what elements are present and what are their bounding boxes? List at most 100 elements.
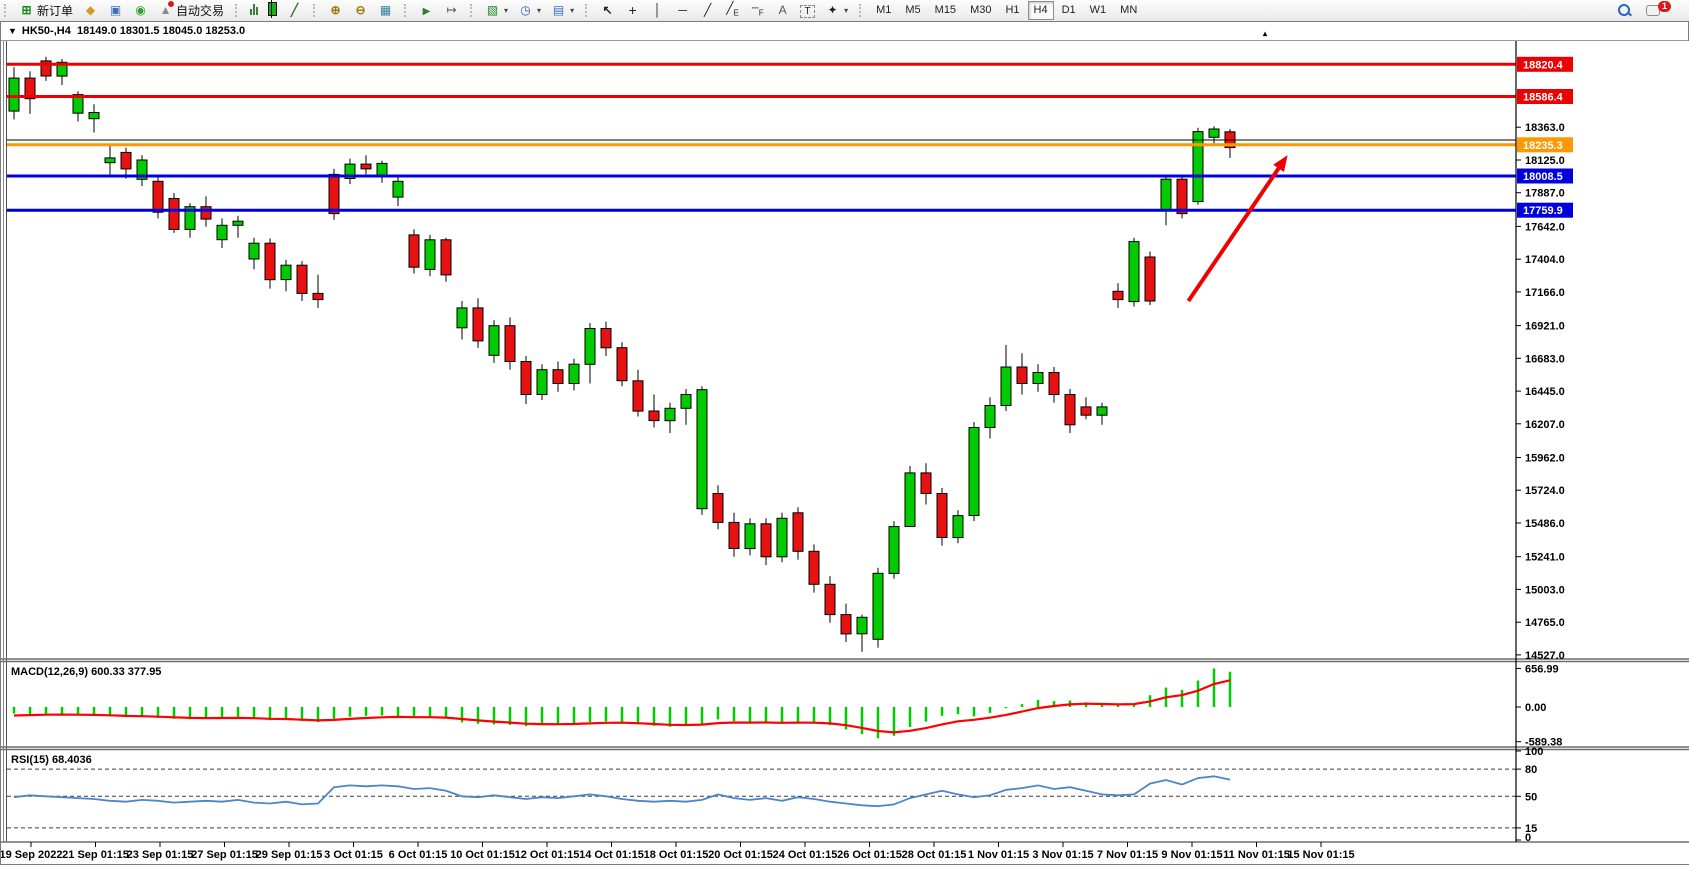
timeframe-M15-button[interactable]: M15 <box>929 1 962 20</box>
price-tick-label: 14527.0 <box>1525 650 1565 662</box>
cursor-button[interactable]: ↖ <box>595 0 620 21</box>
equidistant-channel-button[interactable]: ╱E <box>720 0 745 21</box>
zoom-out-button[interactable]: ⊖ <box>348 0 373 21</box>
candle-bear <box>1145 257 1155 301</box>
candle-bear <box>1017 367 1027 384</box>
candle-bull <box>425 240 435 270</box>
text-button[interactable]: A <box>770 0 795 21</box>
rsi-label: RSI(15) 68.4036 <box>11 754 92 766</box>
signals-icon: ◉ <box>133 3 148 18</box>
data-window-button[interactable]: ▣ <box>103 0 128 21</box>
fibonacci-button[interactable]: ┄F <box>745 0 770 21</box>
timeframe-D1-button[interactable]: D1 <box>1056 1 1082 20</box>
candle-bull <box>985 406 995 428</box>
toolbar-grip[interactable] <box>4 4 10 17</box>
signals-button[interactable]: ◉ <box>128 0 153 21</box>
auto-scroll-button[interactable]: ▶ <box>414 0 439 21</box>
new-chart-button[interactable]: ▧▾ <box>480 0 513 21</box>
templates-button[interactable]: ▤▾ <box>546 0 579 21</box>
candle-bull <box>489 326 499 356</box>
price-level-badge-value: 18820.4 <box>1523 59 1564 71</box>
candle-bull <box>249 243 259 259</box>
price-level-badge-value: 18008.5 <box>1523 171 1563 183</box>
candle-bear <box>1065 395 1075 425</box>
candle-bull <box>777 518 787 557</box>
chevron-down-icon[interactable]: ▾ <box>537 6 541 15</box>
candle-bull <box>1033 373 1043 384</box>
toolbar-grip[interactable] <box>404 4 410 17</box>
bar-chart-button[interactable] <box>245 0 263 21</box>
timeframe-M5-button[interactable]: M5 <box>899 1 926 20</box>
chevron-down-icon[interactable]: ▾ <box>504 6 508 15</box>
arrows-button[interactable]: ✦▾ <box>820 0 853 21</box>
time-tick-label: 26 Oct 01:15 <box>837 849 902 861</box>
line-chart-icon: ╱ <box>287 3 302 18</box>
time-tick-label: 24 Oct 01:15 <box>773 849 838 861</box>
chart-ohlc-readout: 18149.0 18301.5 18045.0 18253.0 <box>77 25 245 37</box>
candle-bear <box>201 207 211 219</box>
candle-bull <box>857 617 867 634</box>
candle-bull <box>873 573 883 639</box>
trendline-button[interactable]: ╱ <box>695 0 720 21</box>
tile-windows-button[interactable]: ▦ <box>373 0 398 21</box>
candle-bull <box>889 527 899 574</box>
candle-bear <box>761 524 771 557</box>
candle-bear <box>361 164 371 169</box>
candle-bear <box>329 174 339 213</box>
price-tick-label: 17887.0 <box>1525 188 1565 200</box>
autotrading-button[interactable]: ▲自动交易 <box>153 0 229 21</box>
toolbar-grip[interactable] <box>235 4 241 17</box>
candle-bear <box>153 181 163 212</box>
time-tick-label: 11 Nov 01:15 <box>1223 849 1290 861</box>
new-order-button[interactable]: ⊞新订单 <box>14 0 78 21</box>
horizontal-line-button[interactable]: ─ <box>670 0 695 21</box>
price-tick-label: 15724.0 <box>1525 485 1565 497</box>
candle-bear <box>793 513 803 552</box>
price-tick-label: 15486.0 <box>1525 518 1565 530</box>
timeframe-H1-button[interactable]: H1 <box>999 1 1025 20</box>
line-chart-button[interactable]: ╱ <box>282 0 307 21</box>
timeframe-MN-button[interactable]: MN <box>1114 1 1143 20</box>
timeframe-W1-button[interactable]: W1 <box>1084 1 1113 20</box>
chart-title-bar[interactable]: ▼HK50-,H4 18149.0 18301.5 18045.0 18253.… <box>1 22 1688 41</box>
bar-chart-icon <box>250 3 258 18</box>
candle-bull <box>745 524 755 549</box>
price-tick-label: 15003.0 <box>1525 584 1565 596</box>
candle-bear <box>1049 373 1059 395</box>
market-watch-icon: ◆ <box>83 3 98 18</box>
toolbar-grip[interactable] <box>585 4 591 17</box>
time-tick-label: 7 Nov 01:15 <box>1097 849 1158 861</box>
time-tick-label: 29 Sep 01:15 <box>256 849 323 861</box>
price-tick-label: 14765.0 <box>1525 617 1565 629</box>
candle-bear <box>121 152 131 169</box>
vertical-line-button[interactable]: │ <box>645 0 670 21</box>
chart-canvas[interactable]: 18363.018125.017887.017642.017404.017166… <box>1 41 1689 869</box>
collapse-arrow-icon[interactable]: ▼ <box>8 22 17 40</box>
timeframe-M1-button[interactable]: M1 <box>870 1 897 20</box>
chevron-down-icon[interactable]: ▾ <box>570 6 574 15</box>
timeframe-M30-button[interactable]: M30 <box>964 1 997 20</box>
time-tick-label: 20 Oct 01:15 <box>708 849 773 861</box>
toolbar-grip[interactable] <box>859 4 865 17</box>
search-icon <box>1618 3 1630 18</box>
chart-shift-button[interactable]: ↦ <box>439 0 464 21</box>
periods-button[interactable]: ◷▾ <box>513 0 546 21</box>
price-tick-label: 17642.0 <box>1525 221 1565 233</box>
candle-bear <box>297 265 307 293</box>
text-label-button[interactable]: T <box>795 0 820 21</box>
time-tick-label: 27 Sep 01:15 <box>191 849 258 861</box>
crosshair-button[interactable]: + <box>620 0 645 21</box>
candlestick-chart-button[interactable] <box>263 0 282 21</box>
toolbar-grip[interactable] <box>313 4 319 17</box>
market-watch-button[interactable]: ◆ <box>78 0 103 21</box>
timeframe-H4-button[interactable]: H4 <box>1028 1 1054 20</box>
chat-button[interactable]: 1 <box>1641 0 1681 21</box>
chevron-down-icon[interactable]: ▾ <box>844 6 848 15</box>
price-level-badge-value: 18235.3 <box>1523 140 1563 152</box>
candle-bear <box>1177 179 1187 213</box>
toolbar-grip[interactable] <box>470 4 476 17</box>
price-tick-label: 16683.0 <box>1525 353 1565 365</box>
zoom-in-button[interactable]: ⊕ <box>323 0 348 21</box>
search-button[interactable] <box>1613 0 1635 21</box>
price-tick-label: 15241.0 <box>1525 552 1565 564</box>
